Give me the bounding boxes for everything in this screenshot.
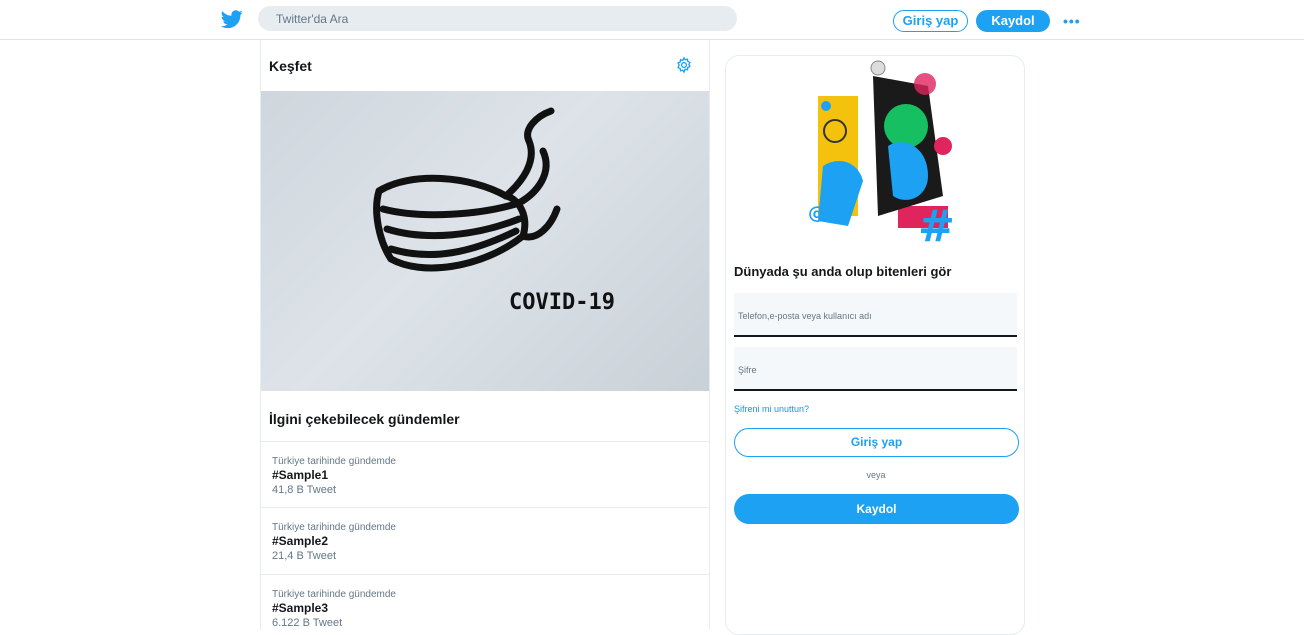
svg-text:#: # — [918, 201, 955, 246]
signup-title: Dünyada şu anda olup bitenleri gör — [734, 264, 952, 279]
trend-item[interactable]: Türkiye tarihinde gündemde #Sample1 41,8… — [261, 441, 709, 507]
trend-tweet-count: 41,8 B Tweet — [272, 484, 337, 496]
mask-graffiti-illustration: COVID-19 — [373, 107, 615, 315]
top-navigation-bar: Twitter'da Ara Giriş yap Kaydol ••• — [0, 0, 1304, 40]
login-button[interactable]: Giriş yap — [893, 10, 968, 32]
trend-item[interactable]: Türkiye tarihinde gündemde #Sample3 6.12… — [261, 574, 709, 630]
twitter-logo-icon[interactable] — [220, 8, 244, 30]
trend-hashtag[interactable]: #Sample2 — [272, 534, 328, 548]
trend-item[interactable]: Türkiye tarihinde gündemde #Sample2 21,4… — [261, 507, 709, 573]
explore-header: Keşfet — [261, 40, 709, 91]
password-label: Şifre — [738, 365, 757, 375]
trends-title: İlgini çekebilecek gündemler — [269, 411, 460, 427]
gear-icon[interactable] — [675, 56, 693, 74]
username-field[interactable]: Telefon,e-posta veya kullanıcı adı — [734, 293, 1017, 337]
username-label: Telefon,e-posta veya kullanıcı adı — [738, 311, 872, 321]
trend-tweet-count: 21,4 B Tweet — [272, 550, 337, 562]
hero-caption: COVID-19 — [509, 290, 615, 315]
trend-tweet-count: 6.122 B Tweet — [272, 617, 343, 629]
signup-button[interactable]: Kaydol — [976, 10, 1050, 32]
trend-hashtag[interactable]: #Sample3 — [272, 601, 328, 615]
forgot-password-link[interactable]: Şifreni mi unuttun? — [734, 404, 809, 414]
hero-image[interactable]: COVID-19 — [261, 91, 709, 391]
page-title: Keşfet — [269, 58, 312, 74]
trend-context: Türkiye tarihinde gündemde — [272, 522, 396, 533]
trend-hashtag[interactable]: #Sample1 — [272, 468, 328, 482]
or-divider: veya — [866, 470, 886, 480]
more-options-icon[interactable]: ••• — [1063, 13, 1083, 29]
trend-context: Türkiye tarihinde gündemde — [272, 589, 396, 600]
panel-login-button[interactable]: Giriş yap — [734, 428, 1019, 457]
search-input[interactable]: Twitter'da Ara — [258, 6, 737, 31]
panel-signup-button[interactable]: Kaydol — [734, 494, 1019, 524]
trend-context: Türkiye tarihinde gündemde — [272, 456, 396, 467]
signup-panel: @ # Dünyada şu anda olup bitenleri gör T… — [725, 55, 1025, 635]
explore-column: Keşfet COVID-19 İlgini çekebilecek günde… — [260, 40, 710, 630]
password-field[interactable]: Şifre — [734, 347, 1017, 391]
svg-text:@: @ — [808, 203, 826, 224]
collage-illustration: @ # — [808, 60, 955, 246]
